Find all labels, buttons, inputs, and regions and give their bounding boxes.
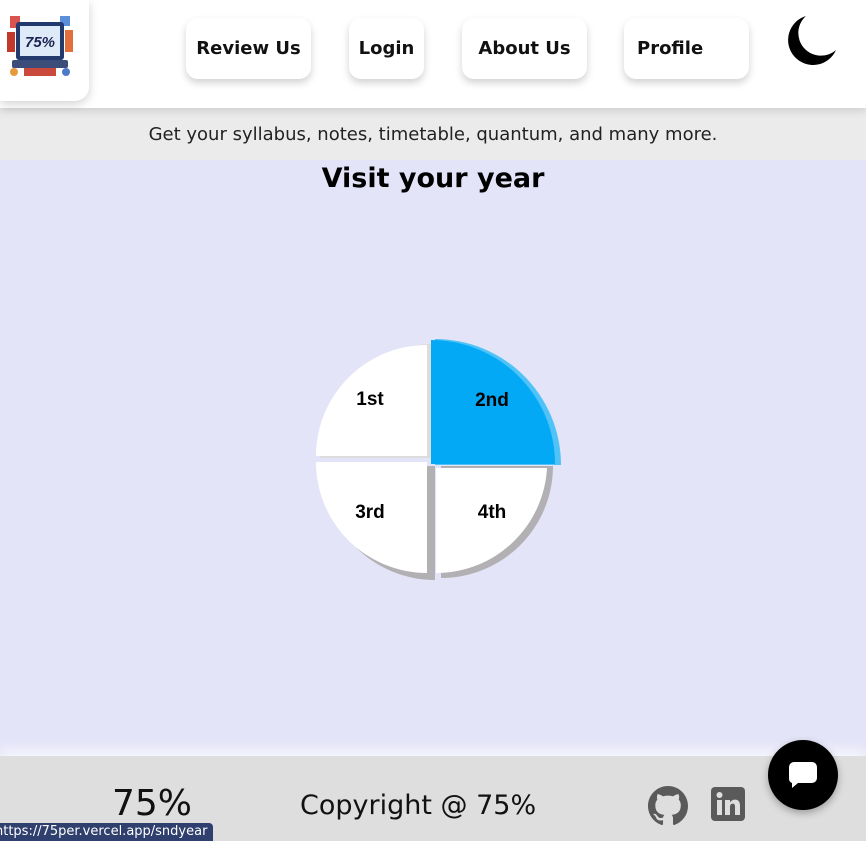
year-4th-label: 4th (477, 502, 507, 523)
footer-copyright: Copyright @ 75% (300, 790, 537, 821)
logo-text: 75% (24, 34, 56, 51)
about-us-button[interactable]: About Us (462, 18, 587, 79)
tagline: Get your syllabus, notes, timetable, qua… (0, 108, 866, 160)
year-3rd-label: 3rd (355, 502, 385, 523)
year-selector-wheel (316, 339, 561, 580)
github-icon[interactable] (648, 786, 688, 826)
linkedin-icon[interactable] (711, 787, 745, 821)
top-navbar: 75% Review Us Login About Us Profile (0, 0, 866, 108)
moon-icon[interactable] (784, 12, 840, 68)
chat-button[interactable] (768, 740, 838, 810)
logo-link[interactable]: 75% (0, 0, 89, 101)
review-us-button[interactable]: Review Us (186, 18, 311, 79)
year-1st-label: 1st (356, 389, 384, 410)
year-2nd-label: 2nd (475, 390, 509, 411)
chat-icon (789, 762, 817, 788)
profile-button[interactable]: Profile (624, 18, 749, 79)
status-url: https://75per.vercel.app/sndyear (0, 823, 213, 841)
page-title: Visit your year (321, 163, 545, 194)
login-button[interactable]: Login (349, 18, 424, 79)
footer-brand: 75% (112, 783, 193, 824)
